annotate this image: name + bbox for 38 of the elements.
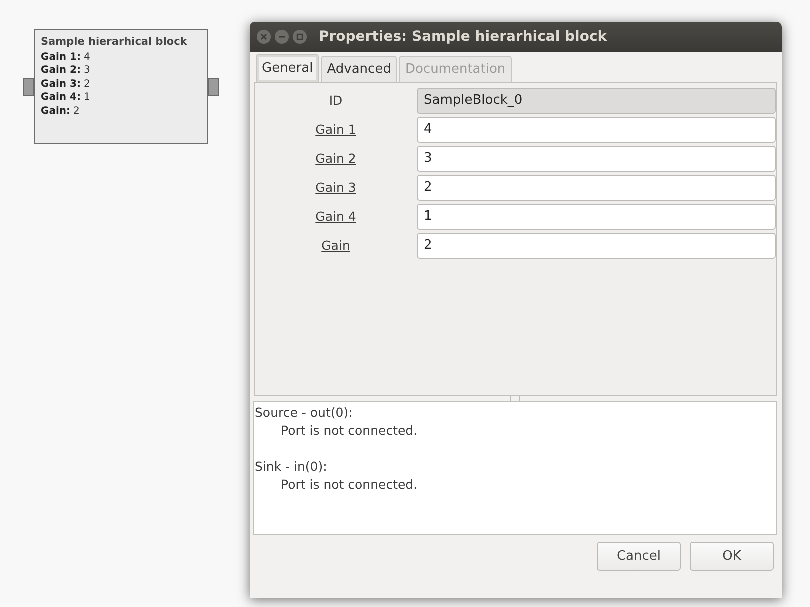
- close-icon[interactable]: [257, 30, 271, 44]
- input-field[interactable]: 4: [417, 116, 776, 142]
- block-title: Sample hierarhical block: [41, 36, 188, 50]
- input-field[interactable]: 1: [417, 204, 776, 230]
- input-field[interactable]: 2: [417, 174, 776, 200]
- param-name: Gain 1:: [41, 52, 81, 62]
- param-value: 3: [84, 65, 90, 76]
- minimize-icon[interactable]: [275, 30, 289, 44]
- dialog-button[interactable]: OK: [690, 542, 774, 571]
- param-label: Gain 1: [316, 122, 356, 136]
- param-name: Gain 4:: [41, 92, 81, 103]
- flowgraph-block[interactable]: Sample hierarhical block Gain 1: 4 Gain 2: 3 Gain 3: 2 Gain 4: 1 Gain: 2: [34, 29, 208, 144]
- param-label: Gain 2: [316, 150, 356, 166]
- param-label: Gain 4: [316, 208, 356, 224]
- param-name: Gain:: [41, 106, 71, 116]
- tab[interactable]: Advanced: [321, 56, 398, 82]
- port-heading: Source - out(0):: [255, 404, 354, 422]
- param-value: 4: [84, 52, 90, 62]
- param-label: Gain 3: [316, 180, 356, 194]
- dialog-button[interactable]: Cancel: [597, 542, 681, 571]
- window-title: Properties: Sample hierarhical block: [319, 29, 608, 45]
- input-port[interactable]: [23, 78, 34, 96]
- input-field[interactable]: SampleBlock_0: [417, 88, 776, 114]
- param-name: Gain 2:: [41, 65, 81, 76]
- param-value: 1: [84, 92, 90, 103]
- param-name: Gain 3:: [41, 78, 81, 90]
- input-field[interactable]: 3: [417, 146, 776, 172]
- input-field[interactable]: 2: [417, 232, 776, 258]
- param-value: 2: [84, 78, 90, 90]
- param-value: 2: [74, 106, 80, 116]
- port-status: Port is not connected.: [280, 422, 419, 440]
- maximize-icon[interactable]: [293, 30, 307, 44]
- output-port[interactable]: [208, 78, 219, 96]
- port-heading: Sink - in(0):: [255, 458, 328, 476]
- param-label: Gain: [322, 238, 350, 252]
- port-status: Port is not connected.: [280, 476, 419, 494]
- tab[interactable]: General: [256, 54, 320, 82]
- param-label: ID: [329, 92, 343, 108]
